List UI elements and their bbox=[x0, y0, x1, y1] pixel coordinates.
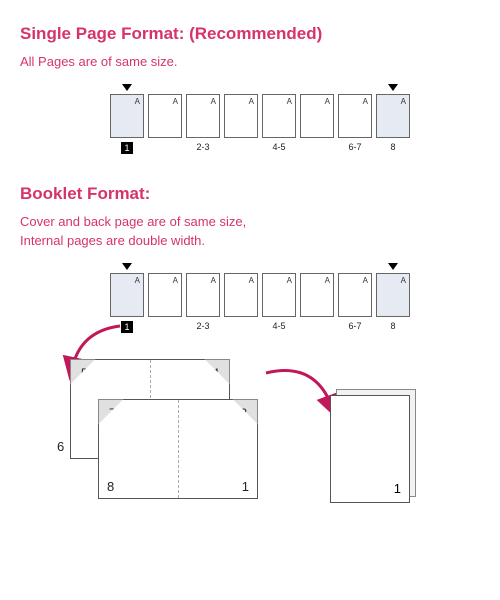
page-thumb: A 2-3 bbox=[186, 94, 220, 152]
page-thumb: A8 bbox=[376, 94, 410, 152]
page-thumb: A bbox=[300, 94, 334, 138]
page-thumb: A 2-3 bbox=[186, 273, 220, 331]
thumb-letter: A bbox=[287, 97, 292, 106]
thumb-label: 4-5 bbox=[262, 142, 296, 152]
thumb-letter: A bbox=[211, 97, 216, 106]
thumb-letter: A bbox=[401, 97, 406, 106]
page-thumb: A bbox=[224, 94, 258, 138]
single-format-desc: All Pages are of same size. bbox=[20, 52, 480, 72]
page-marker-icon bbox=[388, 263, 398, 270]
page-marker-icon bbox=[388, 84, 398, 91]
booklet-format-desc: Cover and back page are of same size,Int… bbox=[20, 212, 480, 251]
page-thumb: A bbox=[148, 273, 182, 317]
thumb-letter: A bbox=[287, 276, 292, 285]
page-thumb: A 4-5 bbox=[262, 94, 296, 152]
thumb-letter: A bbox=[249, 97, 254, 106]
thumb-letter: A bbox=[325, 276, 330, 285]
page-thumb: A 4-5 bbox=[262, 273, 296, 331]
page-thumb: A bbox=[300, 273, 334, 317]
single-thumbstrip: A1AA2-3AA4-5AA6-7A8 bbox=[110, 94, 480, 154]
page-thumb: A1 bbox=[110, 94, 144, 154]
thumb-label: 6-7 bbox=[338, 321, 372, 331]
thumb-letter: A bbox=[363, 97, 368, 106]
page-thumb: A bbox=[224, 273, 258, 317]
page-marker-icon bbox=[122, 263, 132, 270]
thumb-label: 2-3 bbox=[186, 321, 220, 331]
spread-bottom: 7 2 8 1 bbox=[98, 399, 258, 499]
spread-page-number: 6 bbox=[57, 439, 64, 454]
thumb-letter: A bbox=[211, 276, 216, 285]
thumb-label: 6-7 bbox=[338, 142, 372, 152]
fold-corner-icon: 5 bbox=[70, 359, 96, 385]
spread-page-number: 1 bbox=[242, 479, 249, 494]
thumb-label: 2-3 bbox=[186, 142, 220, 152]
thumb-letter: A bbox=[249, 276, 254, 285]
thumb-letter: A bbox=[173, 97, 178, 106]
page-marker-icon bbox=[122, 84, 132, 91]
page-thumb: A8 bbox=[376, 273, 410, 331]
single-format-title: Single Page Format: (Recommended) bbox=[20, 24, 480, 44]
open-booklet-icon: 1 bbox=[330, 395, 418, 507]
thumb-letter: A bbox=[173, 276, 178, 285]
page-thumb: A 6-7 bbox=[338, 273, 372, 331]
thumb-label: 8 bbox=[376, 321, 410, 331]
thumb-letter: A bbox=[401, 276, 406, 285]
thumb-label: 4-5 bbox=[262, 321, 296, 331]
thumb-label: 1 bbox=[121, 142, 133, 154]
page-thumb: A 6-7 bbox=[338, 94, 372, 152]
page-thumb: A bbox=[148, 94, 182, 138]
spread-page-number: 8 bbox=[107, 479, 114, 494]
open-booklet-page-number: 1 bbox=[394, 481, 401, 496]
thumb-letter: A bbox=[363, 276, 368, 285]
fold-corner-icon: 7 bbox=[98, 399, 124, 425]
thumb-letter: A bbox=[135, 97, 140, 106]
booklet-diagram: 5 4 6 7 2 8 1 1 bbox=[20, 333, 480, 533]
thumb-letter: A bbox=[325, 97, 330, 106]
thumb-letter: A bbox=[135, 276, 140, 285]
booklet-format-title: Booklet Format: bbox=[20, 184, 480, 204]
booklet-thumbstrip: A1AA2-3AA4-5AA6-7A8 bbox=[110, 273, 480, 333]
fold-corner-icon: 4 bbox=[204, 359, 230, 385]
fold-corner-icon: 2 bbox=[232, 399, 258, 425]
thumb-label: 8 bbox=[376, 142, 410, 152]
